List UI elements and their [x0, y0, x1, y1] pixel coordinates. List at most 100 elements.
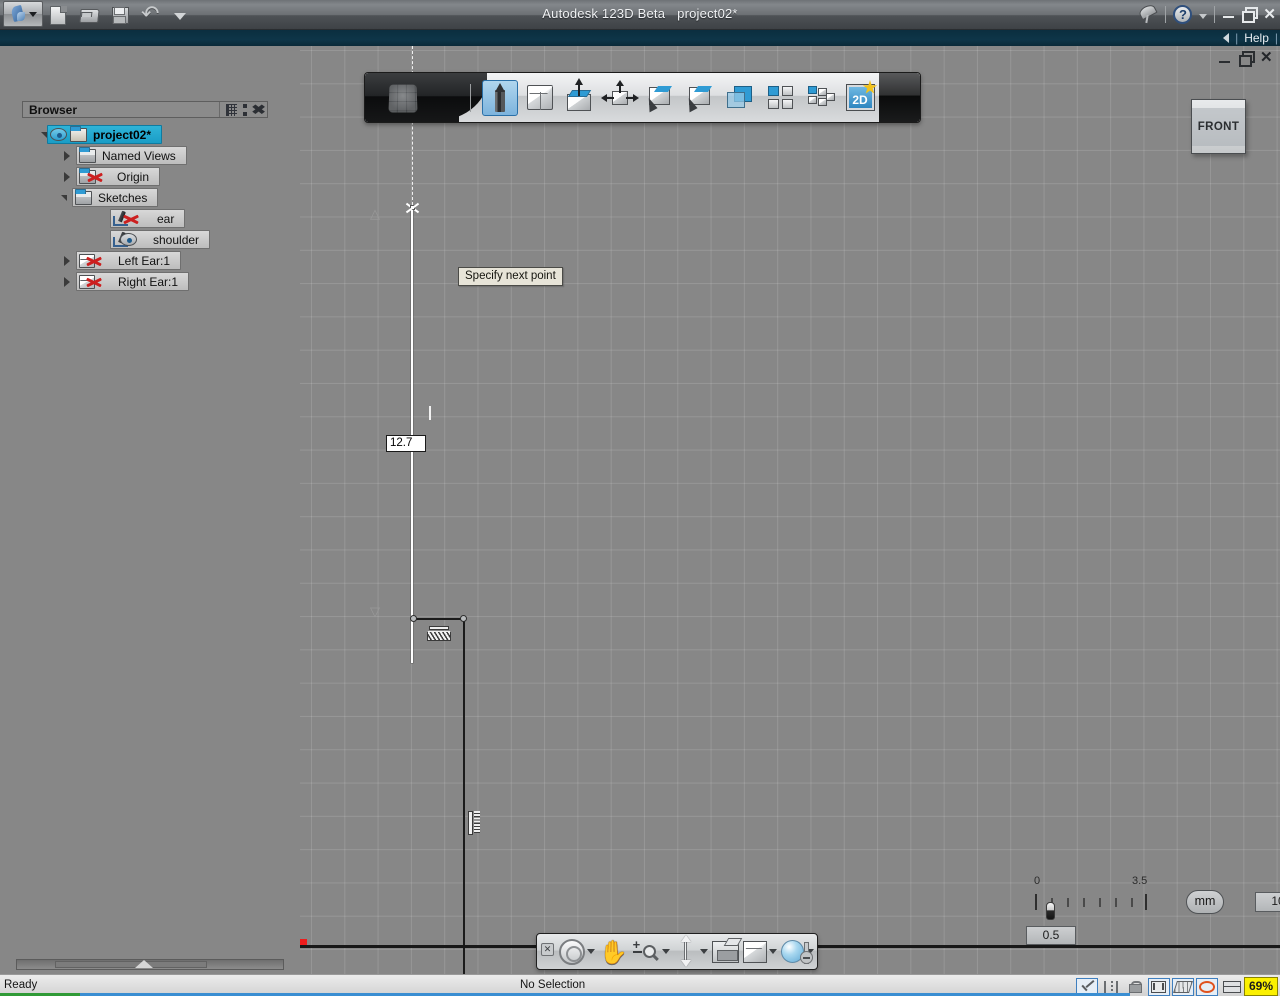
twisty-closed-icon[interactable] [64, 171, 70, 182]
sketch-tool[interactable] [482, 79, 518, 116]
app-title-text: Autodesk 123D Beta [542, 6, 666, 21]
browser-close-icon[interactable]: ✖ [251, 103, 266, 116]
sketch-edit-tool[interactable] [642, 80, 678, 116]
tree-row-right-ear[interactable]: Right Ear:1 [22, 271, 272, 292]
canvas-restore-button[interactable] [1239, 51, 1255, 67]
navbar-close-button[interactable]: ✕ [541, 943, 554, 956]
chevron-down-icon[interactable] [699, 949, 708, 954]
pattern-face-tool[interactable] [682, 80, 718, 116]
view-cube[interactable]: FRONT [1191, 99, 1246, 154]
grouping-tool[interactable] [802, 80, 838, 116]
eye-icon-blue[interactable] [120, 233, 137, 246]
broadcast-icon[interactable] [1138, 4, 1158, 24]
close-button[interactable]: ✕ [1263, 5, 1276, 23]
chevron-down-icon[interactable] [661, 949, 670, 954]
chevron-down-icon[interactable] [587, 949, 595, 954]
sketch-endpoint[interactable] [460, 615, 467, 622]
folder-icon [75, 188, 92, 205]
2d-badge-label: 2D [852, 93, 868, 107]
help-menu-item[interactable]: Help [1244, 31, 1269, 45]
tree-node-right-ear[interactable]: Right Ear:1 [76, 272, 190, 291]
canvas-minimize-button[interactable] [1218, 51, 1232, 65]
sketch-endpoint[interactable] [410, 615, 417, 622]
tree-node-project[interactable]: project02* [47, 125, 163, 144]
restore-button[interactable] [1242, 7, 1259, 23]
steering-wheel-button[interactable] [559, 936, 595, 968]
sketch-line-horizontal[interactable] [416, 618, 466, 620]
scale-widget: 0 3.5 0.5 mm 10 [1026, 869, 1280, 949]
tree-row-left-ear[interactable]: Left Ear:1 [22, 250, 272, 271]
navbar-more-button[interactable] [800, 951, 813, 964]
combine-tool[interactable] [722, 80, 758, 116]
fix-constraint-icon[interactable] [427, 626, 451, 641]
twisty-closed-icon[interactable] [64, 255, 70, 266]
primitives-tool[interactable] [522, 80, 558, 116]
pan-button[interactable]: ✋ [599, 936, 628, 968]
scale-max-value-field[interactable]: 10 [1255, 892, 1280, 912]
tree-node-named-views[interactable]: Named Views [76, 146, 187, 165]
tree-row-named-views[interactable]: Named Views [22, 145, 272, 166]
canvas-close-button[interactable]: ✕ [1260, 50, 1274, 65]
panel-resize-grip[interactable] [55, 961, 207, 968]
drawing-2d-tool[interactable]: 2D [842, 80, 878, 116]
sketch-point-cursor [405, 201, 420, 216]
modeling-canvas[interactable]: ✕ △ ▽ Specify next point 12.7 FRONT 2D ✕… [300, 46, 1280, 974]
tree-node-left-ear[interactable]: Left Ear:1 [76, 251, 182, 270]
tree-row-origin[interactable]: Origin [22, 166, 272, 187]
unit-button[interactable]: mm [1186, 890, 1224, 914]
snap-grid-icon[interactable] [1147, 977, 1170, 996]
browser-autohide-icon[interactable] [243, 103, 248, 116]
help-icon[interactable]: ? [1173, 4, 1193, 24]
scale-slider-value-field[interactable]: 0.5 [1026, 926, 1076, 945]
tree-row-ear[interactable]: ear [22, 208, 272, 229]
view-styles-button[interactable] [742, 936, 777, 968]
twisty-open-icon[interactable] [61, 194, 67, 201]
collapse-arrow-icon[interactable] [1223, 33, 1230, 43]
hidden-x-icon[interactable] [86, 170, 103, 184]
chevron-down-icon[interactable] [768, 949, 777, 954]
view-cube-icon [742, 940, 767, 963]
tree-node-shoulder[interactable]: shoulder [110, 230, 211, 249]
panel-resize-arrow-icon[interactable] [135, 960, 153, 968]
window-layout-icon[interactable] [1220, 978, 1242, 996]
grid-display-icon[interactable] [1171, 977, 1194, 996]
orbit-button[interactable] [674, 936, 708, 968]
scale-slider-thumb[interactable] [1046, 902, 1055, 920]
tree-row-sketches[interactable]: Sketches [22, 187, 272, 208]
orbit-arrows-icon [674, 939, 698, 965]
hidden-x-icon[interactable] [85, 254, 102, 268]
twisty-closed-icon[interactable] [64, 276, 70, 287]
chevron-down-icon[interactable] [1199, 13, 1208, 19]
twisty-closed-icon[interactable] [64, 150, 70, 161]
vertical-axis-guide [412, 46, 413, 210]
look-at-button[interactable] [711, 936, 739, 968]
folder-icon [79, 146, 96, 163]
123d-cube-logo-icon[interactable] [388, 84, 418, 113]
tree-node-origin[interactable]: Origin [76, 167, 161, 186]
zoom-percent-badge[interactable]: 69% [1243, 977, 1278, 996]
tree-node-sketches[interactable]: Sketches [72, 188, 159, 207]
pattern-tool[interactable] [762, 80, 798, 116]
cube-icon [527, 85, 553, 110]
zoom-button[interactable]: + [632, 936, 670, 968]
selection-filter-icon[interactable] [1195, 977, 1218, 996]
sketch-line-vertical[interactable] [463, 618, 465, 974]
command-tooltip: Specify next point [458, 267, 563, 286]
toolbar-overflow-panel[interactable] [879, 73, 920, 122]
browser-dock-icon[interactable] [226, 103, 238, 116]
eye-icon[interactable] [50, 128, 67, 141]
divider [1214, 5, 1216, 23]
dimension-input-field[interactable]: 12.7 [386, 435, 427, 452]
tree-row-shoulder[interactable]: shoulder [22, 229, 272, 250]
panel-resize-handle[interactable] [16, 959, 284, 970]
hidden-x-icon[interactable] [85, 275, 102, 289]
modify-tool[interactable] [601, 79, 639, 116]
tree-node-ear[interactable]: ear [110, 209, 186, 228]
look-at-icon [711, 940, 739, 963]
tree-row-project[interactable]: project02* [22, 124, 272, 145]
vertical-constraint-icon[interactable] [468, 811, 480, 835]
selection-status: No Selection [520, 979, 586, 991]
minimize-button[interactable] [1222, 7, 1235, 21]
hidden-x-icon[interactable] [122, 212, 139, 226]
construct-tool[interactable] [562, 77, 598, 116]
